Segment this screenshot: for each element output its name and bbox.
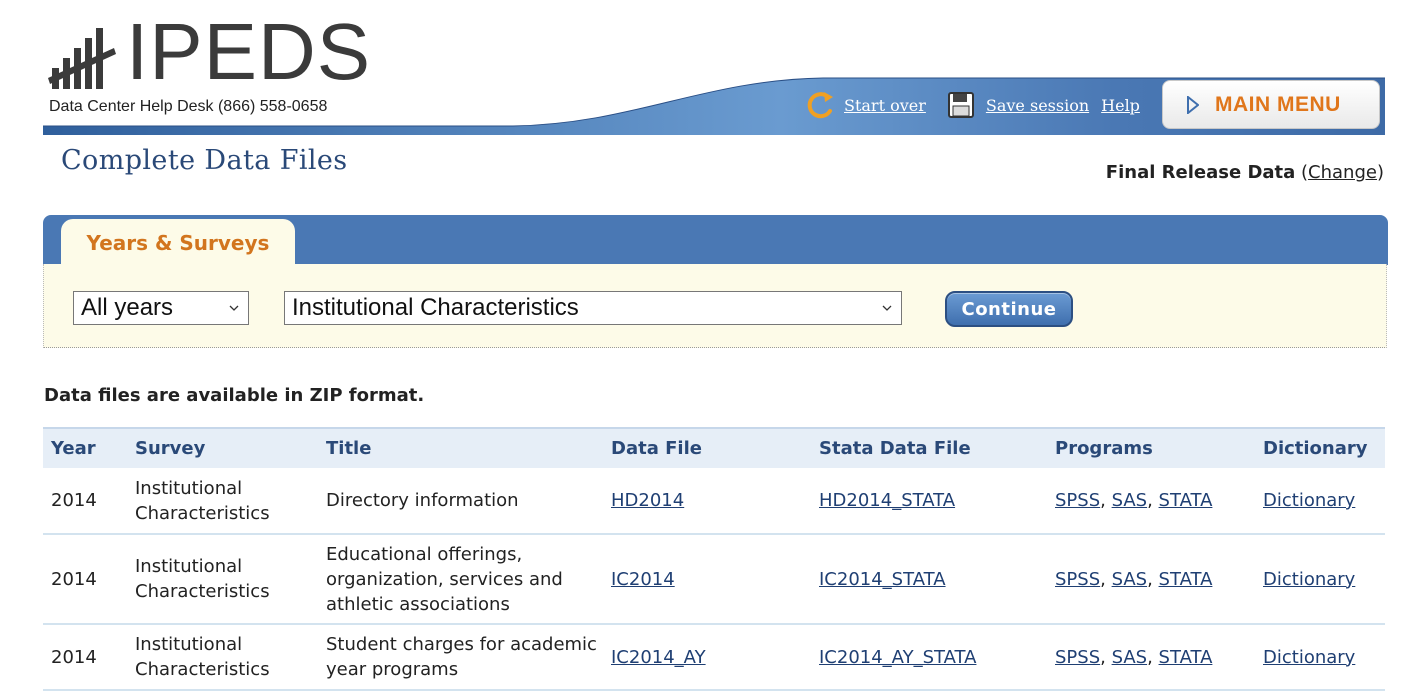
years-select-value: All years [81,294,174,321]
col-header-year[interactable]: Year [43,428,127,468]
col-header-programs[interactable]: Programs [1047,428,1255,468]
table-row: 2014 Institutional Characteristics Stude… [43,624,1385,691]
data-file-link[interactable]: IC2014 [611,569,675,590]
spss-link[interactable]: SPSS [1055,647,1100,668]
years-select[interactable]: All years [73,291,249,325]
zip-format-note: Data files are available in ZIP format. [44,385,425,406]
cell-year: 2014 [43,534,127,625]
cell-stata-file: IC2014_STATA [811,534,1047,625]
refresh-icon[interactable] [806,90,836,120]
col-header-survey[interactable]: Survey [127,428,318,468]
tab-years-surveys[interactable]: Years & Surveys [61,219,295,266]
release-label: Final Release Data [1105,162,1296,183]
header-links: Start over Save session Help [806,88,1140,122]
filter-panel: All years Institutional Characteristics … [43,264,1387,348]
table-row: 2014 Institutional Characteristics Direc… [43,468,1385,535]
sas-link[interactable]: SAS [1112,647,1148,668]
ipeds-logo-icon [48,28,116,89]
cell-data-file: IC2014_AY [603,624,811,691]
start-over-link[interactable]: Start over [844,96,926,115]
cell-programs: SPSS, SAS, STATA [1047,468,1255,535]
table-header-row: Year Survey Title Data File Stata Data F… [43,428,1385,468]
sas-link[interactable]: SAS [1112,569,1148,590]
survey-select[interactable]: Institutional Characteristics [284,291,902,325]
cell-title: Educational offerings, organization, ser… [318,534,603,625]
logo-text: IPEDS [126,7,372,96]
stata-link[interactable]: STATA [1159,569,1213,590]
floppy-disk-icon[interactable] [947,92,974,118]
cell-data-file: HD2014 [603,468,811,535]
survey-select-value: Institutional Characteristics [292,294,579,321]
cell-stata-file: HD2014_STATA [811,468,1047,535]
cell-dictionary: Dictionary [1255,534,1385,625]
cell-programs: SPSS, SAS, STATA [1047,624,1255,691]
cell-dictionary: Dictionary [1255,624,1385,691]
col-header-title[interactable]: Title [318,428,603,468]
continue-button[interactable]: Continue [945,291,1073,327]
page-title: Complete Data Files [61,145,348,176]
cell-title: Student charges for academic year progra… [318,624,603,691]
cell-data-file: IC2014 [603,534,811,625]
dictionary-link[interactable]: Dictionary [1263,647,1355,668]
cell-survey: Institutional Characteristics [127,534,318,625]
stata-file-link[interactable]: IC2014_STATA [819,569,946,590]
cell-year: 2014 [43,624,127,691]
col-header-dictionary[interactable]: Dictionary [1255,428,1385,468]
stata-file-link[interactable]: IC2014_AY_STATA [819,647,976,668]
dictionary-link[interactable]: Dictionary [1263,490,1355,511]
tab-bar: Years & Surveys [43,215,1388,266]
spss-link[interactable]: SPSS [1055,490,1100,511]
change-release-link[interactable]: Change [1308,162,1377,183]
main-menu-button[interactable]: MAIN MENU [1162,80,1380,129]
data-file-link[interactable]: IC2014_AY [611,647,706,668]
col-header-stata-file[interactable]: Stata Data File [811,428,1047,468]
chevron-down-icon [882,305,892,311]
paren-open: ( [1301,162,1309,183]
table-row: 2014 Institutional Characteristics Educa… [43,534,1385,625]
site-header: IPEDS Data Center Help Desk (866) 558-06… [43,0,1385,136]
cell-title: Directory information [318,468,603,535]
col-header-data-file[interactable]: Data File [603,428,811,468]
spss-link[interactable]: SPSS [1055,569,1100,590]
save-session-link[interactable]: Save session [986,96,1089,115]
dictionary-link[interactable]: Dictionary [1263,569,1355,590]
paren-close: ) [1376,162,1384,183]
helpdesk-phone: Data Center Help Desk (866) 558-0658 [49,98,328,115]
play-triangle-icon [1187,95,1199,114]
help-link[interactable]: Help [1101,96,1140,115]
release-status: Final Release Data (Change) [1106,162,1384,183]
cell-year: 2014 [43,468,127,535]
tab-label: Years & Surveys [86,230,270,255]
sas-link[interactable]: SAS [1112,490,1148,511]
cell-dictionary: Dictionary [1255,468,1385,535]
stata-link[interactable]: STATA [1159,490,1213,511]
cell-programs: SPSS, SAS, STATA [1047,534,1255,625]
cell-stata-file: IC2014_AY_STATA [811,624,1047,691]
cell-survey: Institutional Characteristics [127,468,318,535]
data-files-table: Year Survey Title Data File Stata Data F… [43,427,1385,691]
main-menu-label: MAIN MENU [1215,92,1341,116]
cell-survey: Institutional Characteristics [127,624,318,691]
stata-file-link[interactable]: HD2014_STATA [819,490,955,511]
stata-link[interactable]: STATA [1159,647,1213,668]
data-file-link[interactable]: HD2014 [611,490,684,511]
chevron-down-icon [229,305,239,311]
